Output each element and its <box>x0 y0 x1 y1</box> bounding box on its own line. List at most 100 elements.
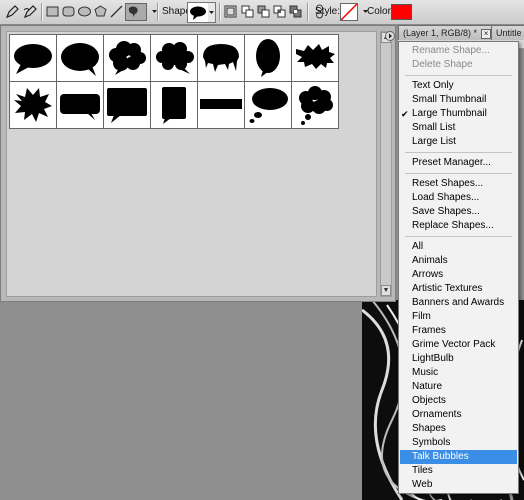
rounded-rectangle-icon[interactable] <box>61 4 76 19</box>
menu-item-text-only[interactable]: Text Only <box>400 79 517 93</box>
shape-thumb[interactable] <box>151 82 198 129</box>
menu-item-objects[interactable]: Objects <box>400 394 517 408</box>
menu-item-replace-shapes[interactable]: Replace Shapes... <box>400 219 517 233</box>
menu-item-artistic-textures[interactable]: Artistic Textures <box>400 282 517 296</box>
menu-item-label: Large List <box>412 136 456 147</box>
menu-item-label: Film <box>412 311 431 322</box>
shape-thumb[interactable] <box>104 82 151 129</box>
document-tab-label: (Layer 1, RGB/8) * <box>403 28 478 38</box>
shape-thumb[interactable] <box>292 35 339 82</box>
subtract-icon[interactable] <box>256 4 271 19</box>
rectangle-icon[interactable] <box>45 4 60 19</box>
exclude-icon[interactable] <box>288 4 303 19</box>
menu-item-large-list[interactable]: Large List <box>400 135 517 149</box>
options-bar: Shape: Style: Color: <box>0 0 524 25</box>
menu-item-shapes[interactable]: Shapes <box>400 422 517 436</box>
color-swatch[interactable] <box>391 4 412 20</box>
shape-thumb[interactable] <box>10 35 57 82</box>
menu-item-ornaments[interactable]: Ornaments <box>400 408 517 422</box>
menu-item-preset-manager[interactable]: Preset Manager... <box>400 156 517 170</box>
intersect-icon[interactable] <box>272 4 287 19</box>
chevron-down-icon[interactable] <box>147 4 157 19</box>
shape-thumb[interactable] <box>198 35 245 82</box>
menu-separator <box>405 152 512 153</box>
shape-thumb[interactable] <box>151 35 198 82</box>
menu-item-label: Replace Shapes... <box>412 220 494 231</box>
menu-item-small-thumbnail[interactable]: Small Thumbnail <box>400 93 517 107</box>
document-tab-strip: (Layer 1, RGB/8) * × Untitle <box>398 25 524 40</box>
menu-item-label: Reset Shapes... <box>412 178 484 189</box>
document-tab[interactable]: (Layer 1, RGB/8) * × <box>398 25 492 40</box>
scroll-down-button[interactable]: ▼ <box>381 285 391 296</box>
shape-picker-panel: ▲ ▼ <box>0 25 396 302</box>
add-icon[interactable] <box>240 4 255 19</box>
menu-item-label: Artistic Textures <box>412 283 483 294</box>
shape-picker-menu: Rename Shape... Delete Shape Text Only Smal… <box>398 41 519 494</box>
shape-thumb[interactable] <box>292 82 339 129</box>
menu-item-arrows[interactable]: Arrows <box>400 268 517 282</box>
line-icon[interactable] <box>109 4 124 19</box>
style-label: Style: <box>315 6 341 17</box>
menu-item-film[interactable]: Film <box>400 310 517 324</box>
shape-thumb[interactable] <box>104 35 151 82</box>
freeform-pen-icon[interactable] <box>23 4 38 19</box>
menu-item-large-thumbnail[interactable]: ✔ Large Thumbnail <box>400 107 517 121</box>
shape-thumb[interactable] <box>10 82 57 129</box>
shape-thumb[interactable] <box>245 82 292 129</box>
menu-item-label: LightBulb <box>412 353 454 364</box>
menu-item-label: Grime Vector Pack <box>412 339 496 350</box>
menu-item-label: Objects <box>412 395 446 406</box>
menu-item-label: Rename Shape... <box>412 45 490 56</box>
menu-item-label: Small List <box>412 122 456 133</box>
shape-thumbnail-area <box>6 31 377 297</box>
new-shape-layer-icon[interactable] <box>223 4 238 19</box>
shape-thumb[interactable] <box>245 35 292 82</box>
menu-item-web[interactable]: Web <box>400 478 517 492</box>
shape-thumb[interactable] <box>57 82 104 129</box>
menu-item-label: Ornaments <box>412 409 462 420</box>
menu-item-nature[interactable]: Nature <box>400 380 517 394</box>
menu-separator <box>405 75 512 76</box>
menu-item-symbols[interactable]: Symbols <box>400 436 517 450</box>
menu-item-label: Symbols <box>412 437 451 448</box>
custom-shape-icon[interactable] <box>125 3 147 21</box>
menu-item-label: Animals <box>412 255 448 266</box>
chevron-down-icon[interactable] <box>358 4 368 19</box>
polygon-icon[interactable] <box>93 4 108 19</box>
menu-item-rename-shape: Rename Shape... <box>400 44 517 58</box>
panel-menu-button[interactable] <box>385 31 395 41</box>
menu-item-label: Frames <box>412 325 446 336</box>
menu-item-load-shapes[interactable]: Load Shapes... <box>400 191 517 205</box>
menu-item-save-shapes[interactable]: Save Shapes... <box>400 205 517 219</box>
menu-item-delete-shape: Delete Shape <box>400 58 517 72</box>
menu-item-label: Save Shapes... <box>412 206 480 217</box>
color-label: Color: <box>367 6 394 17</box>
menu-item-grime-vector-pack[interactable]: Grime Vector Pack <box>400 338 517 352</box>
menu-item-talk-bubbles[interactable]: Talk Bubbles <box>400 450 517 464</box>
pen-icon[interactable] <box>5 4 20 19</box>
close-icon[interactable]: × <box>481 29 491 39</box>
menu-item-all[interactable]: All <box>400 240 517 254</box>
menu-item-label: Load Shapes... <box>412 192 480 203</box>
menu-item-music[interactable]: Music <box>400 366 517 380</box>
menu-item-animals[interactable]: Animals <box>400 254 517 268</box>
shape-dropdown-button[interactable] <box>208 2 216 23</box>
shape-thumb[interactable] <box>198 82 245 129</box>
menu-separator <box>405 236 512 237</box>
menu-item-label: Arrows <box>412 269 444 280</box>
shape-thumb[interactable] <box>57 35 104 82</box>
scrollbar[interactable]: ▲ ▼ <box>380 31 392 297</box>
menu-item-label: Text Only <box>412 80 454 91</box>
menu-item-label: Small Thumbnail <box>412 94 487 105</box>
menu-item-label: Preset Manager... <box>412 157 491 168</box>
ellipse-icon[interactable] <box>77 4 92 19</box>
style-swatch[interactable] <box>340 3 358 21</box>
menu-item-small-list[interactable]: Small List <box>400 121 517 135</box>
menu-item-tiles[interactable]: Tiles <box>400 464 517 478</box>
menu-item-frames[interactable]: Frames <box>400 324 517 338</box>
menu-item-banners-and-awards[interactable]: Banners and Awards <box>400 296 517 310</box>
menu-item-lightbulb[interactable]: LightBulb <box>400 352 517 366</box>
menu-item-reset-shapes[interactable]: Reset Shapes... <box>400 177 517 191</box>
shape-swatch[interactable] <box>187 2 209 23</box>
document-tab[interactable]: Untitle <box>491 25 524 40</box>
